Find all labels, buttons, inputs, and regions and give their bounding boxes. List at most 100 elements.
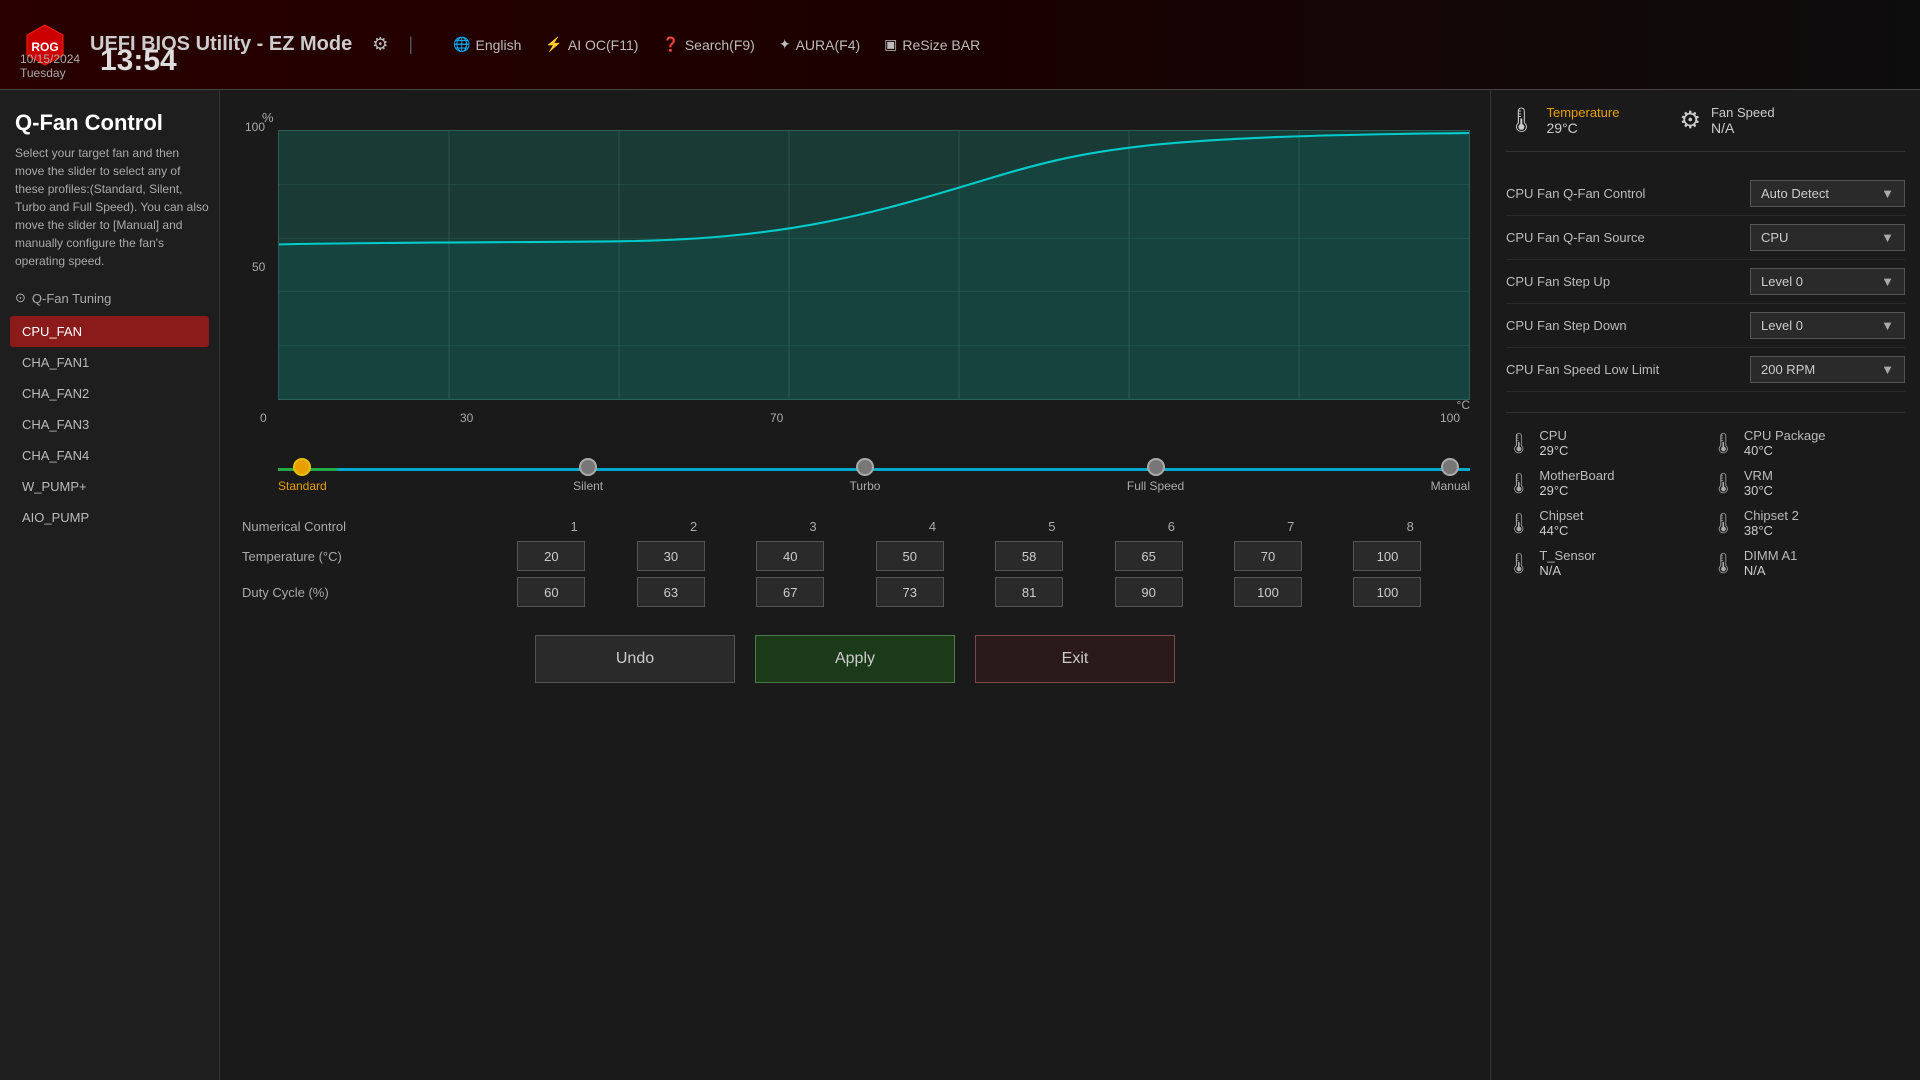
slider-fullspeed[interactable]: Full Speed (1127, 440, 1184, 493)
speed-low-limit-label: CPU Fan Speed Low Limit (1506, 362, 1659, 377)
left-panel: Q-Fan Control Select your target fan and… (0, 90, 220, 1080)
temp-input-4[interactable] (876, 541, 944, 571)
duty-input-7[interactable] (1234, 577, 1302, 607)
sensor-chipset: 🌡 Chipset 44°C (1506, 508, 1701, 538)
fan-settings: CPU Fan Q-Fan Control Auto Detect ▼ CPU … (1506, 172, 1905, 392)
qfan-control-dropdown[interactable]: Auto Detect ▼ (1750, 180, 1905, 207)
slider-turbo[interactable]: Turbo (850, 440, 881, 493)
right-panel: 🌡 Temperature 29°C ⚙ Fan Speed N/A CPU F… (1490, 90, 1920, 1080)
settings-icon[interactable]: ⚙ (372, 34, 388, 55)
fan-item-cha3[interactable]: CHA_FAN3 (10, 409, 209, 440)
sensor-chipset2-icon: 🌡 (1711, 511, 1736, 536)
temp-label: Temperature (1546, 105, 1619, 120)
step-down-dropdown[interactable]: Level 0 ▼ (1750, 312, 1905, 339)
duty-input-5[interactable] (995, 577, 1063, 607)
dropdown-arrow-3: ▼ (1881, 318, 1894, 333)
chart-x-70: 70 (770, 411, 783, 425)
temp-input-8[interactable] (1353, 541, 1421, 571)
qfan-source-label: CPU Fan Q-Fan Source (1506, 230, 1645, 245)
temp-input-1[interactable] (517, 541, 585, 571)
fan-item-cpu[interactable]: CPU_FAN (10, 316, 209, 347)
fan-item-cha4[interactable]: CHA_FAN4 (10, 440, 209, 471)
slider-container: Standard Silent Turbo Full Speed Manual (240, 440, 1470, 500)
topbar-nav: 🌐 English ⚡ AI OC(F11) ❓ Search(F9) ✦ AU… (453, 36, 980, 53)
chart-x-unit: °C (1457, 398, 1470, 412)
temp-input-5[interactable] (995, 541, 1063, 571)
page-description: Select your target fan and then move the… (10, 144, 209, 270)
duty-input-1[interactable] (517, 577, 585, 607)
fan-item-aio[interactable]: AIO_PUMP (10, 502, 209, 533)
nav-search[interactable]: ❓ Search(F9) (662, 36, 754, 53)
fan-list: CPU_FAN CHA_FAN1 CHA_FAN2 CHA_FAN3 CHA_F… (10, 316, 209, 533)
fan-item-cha2[interactable]: CHA_FAN2 (10, 378, 209, 409)
step-up-label: CPU Fan Step Up (1506, 274, 1610, 289)
temp-input-6[interactable] (1115, 541, 1183, 571)
duty-input-2[interactable] (637, 577, 705, 607)
col-2: 2 (634, 515, 753, 538)
temp-input-3[interactable] (756, 541, 824, 571)
center-panel: % 100 50 (220, 90, 1490, 1080)
chart-x-0: 0 (260, 411, 267, 425)
duty-row: Duty Cycle (%) (240, 574, 1470, 610)
chart-container: % 100 50 (240, 110, 1470, 430)
undo-button[interactable]: Undo (535, 635, 735, 683)
chart-x-100: 100 (1440, 411, 1460, 425)
numerical-control: Numerical Control 1 2 3 4 5 6 7 8 Temper… (240, 515, 1470, 610)
slider-standard[interactable]: Standard (278, 440, 327, 493)
qfan-source-dropdown[interactable]: CPU ▼ (1750, 224, 1905, 251)
sensor-mb-icon: 🌡 (1506, 471, 1531, 496)
speed-low-limit-dropdown[interactable]: 200 RPM ▼ (1750, 356, 1905, 383)
setting-qfan-source: CPU Fan Q-Fan Source CPU ▼ (1506, 216, 1905, 260)
dropdown-arrow-0: ▼ (1881, 186, 1894, 201)
sensors-grid: 🌡 CPU 29°C 🌡 CPU Package 40°C 🌡 MotherBo… (1506, 412, 1905, 578)
fan-speed-label: Fan Speed (1711, 105, 1775, 120)
duty-input-4[interactable] (876, 577, 944, 607)
nav-resizebar[interactable]: ▣ ReSize BAR (884, 36, 980, 53)
exit-button[interactable]: Exit (975, 635, 1175, 683)
duty-input-8[interactable] (1353, 577, 1421, 607)
slider-manual[interactable]: Manual (1431, 440, 1470, 493)
sensor-cpu-pkg-icon: 🌡 (1711, 431, 1736, 456)
time-display: 13:54 (100, 44, 177, 78)
chart-y-100: 100 (245, 120, 265, 134)
temp-input-7[interactable] (1234, 541, 1302, 571)
apply-button[interactable]: Apply (755, 635, 955, 683)
setting-step-down: CPU Fan Step Down Level 0 ▼ (1506, 304, 1905, 348)
col-1: 1 (514, 515, 633, 538)
chart-y-50: 50 (252, 260, 265, 274)
sensor-cpu: 🌡 CPU 29°C (1506, 428, 1701, 458)
nav-aioc[interactable]: ⚡ AI OC(F11) (545, 36, 638, 53)
fan-speed-stat: ⚙ Fan Speed N/A (1679, 105, 1774, 136)
col-5: 5 (992, 515, 1111, 538)
duty-input-6[interactable] (1115, 577, 1183, 607)
setting-step-up: CPU Fan Step Up Level 0 ▼ (1506, 260, 1905, 304)
nav-aura[interactable]: ✦ AURA(F4) (779, 36, 860, 53)
fan-item-wpump[interactable]: W_PUMP+ (10, 471, 209, 502)
col-3: 3 (753, 515, 872, 538)
fan-item-cha1[interactable]: CHA_FAN1 (10, 347, 209, 378)
slider-silent[interactable]: Silent (573, 440, 603, 493)
dropdown-arrow-4: ▼ (1881, 362, 1894, 377)
thermometer-icon: 🌡 (1506, 106, 1536, 135)
topbar: ROG UEFI BIOS Utility - EZ Mode ⚙ | 🌐 En… (0, 0, 1920, 90)
temp-input-2[interactable] (637, 541, 705, 571)
temp-row-label: Temperature (°C) (240, 538, 514, 574)
setting-qfan-control: CPU Fan Q-Fan Control Auto Detect ▼ (1506, 172, 1905, 216)
nav-english[interactable]: 🌐 English (453, 36, 521, 53)
step-down-label: CPU Fan Step Down (1506, 318, 1627, 333)
step-up-dropdown[interactable]: Level 0 ▼ (1750, 268, 1905, 295)
sensor-chipset2: 🌡 Chipset 2 38°C (1711, 508, 1906, 538)
fan-speed-value: N/A (1711, 120, 1775, 136)
num-control-table: Numerical Control 1 2 3 4 5 6 7 8 Temper… (240, 515, 1470, 610)
sensor-motherboard: 🌡 MotherBoard 29°C (1506, 468, 1701, 498)
dropdown-arrow-1: ▼ (1881, 230, 1894, 245)
sensor-dimm-icon: 🌡 (1711, 551, 1736, 576)
buttons-row: Undo Apply Exit (240, 635, 1470, 683)
slider-points: Standard Silent Turbo Full Speed Manual (278, 440, 1470, 493)
sensor-cpu-icon: 🌡 (1506, 431, 1531, 456)
sensor-chipset-icon: 🌡 (1506, 511, 1531, 536)
col-4: 4 (873, 515, 992, 538)
duty-input-3[interactable] (756, 577, 824, 607)
page-title: Q-Fan Control (10, 110, 209, 136)
temperature-stat: 🌡 Temperature 29°C (1506, 105, 1619, 136)
